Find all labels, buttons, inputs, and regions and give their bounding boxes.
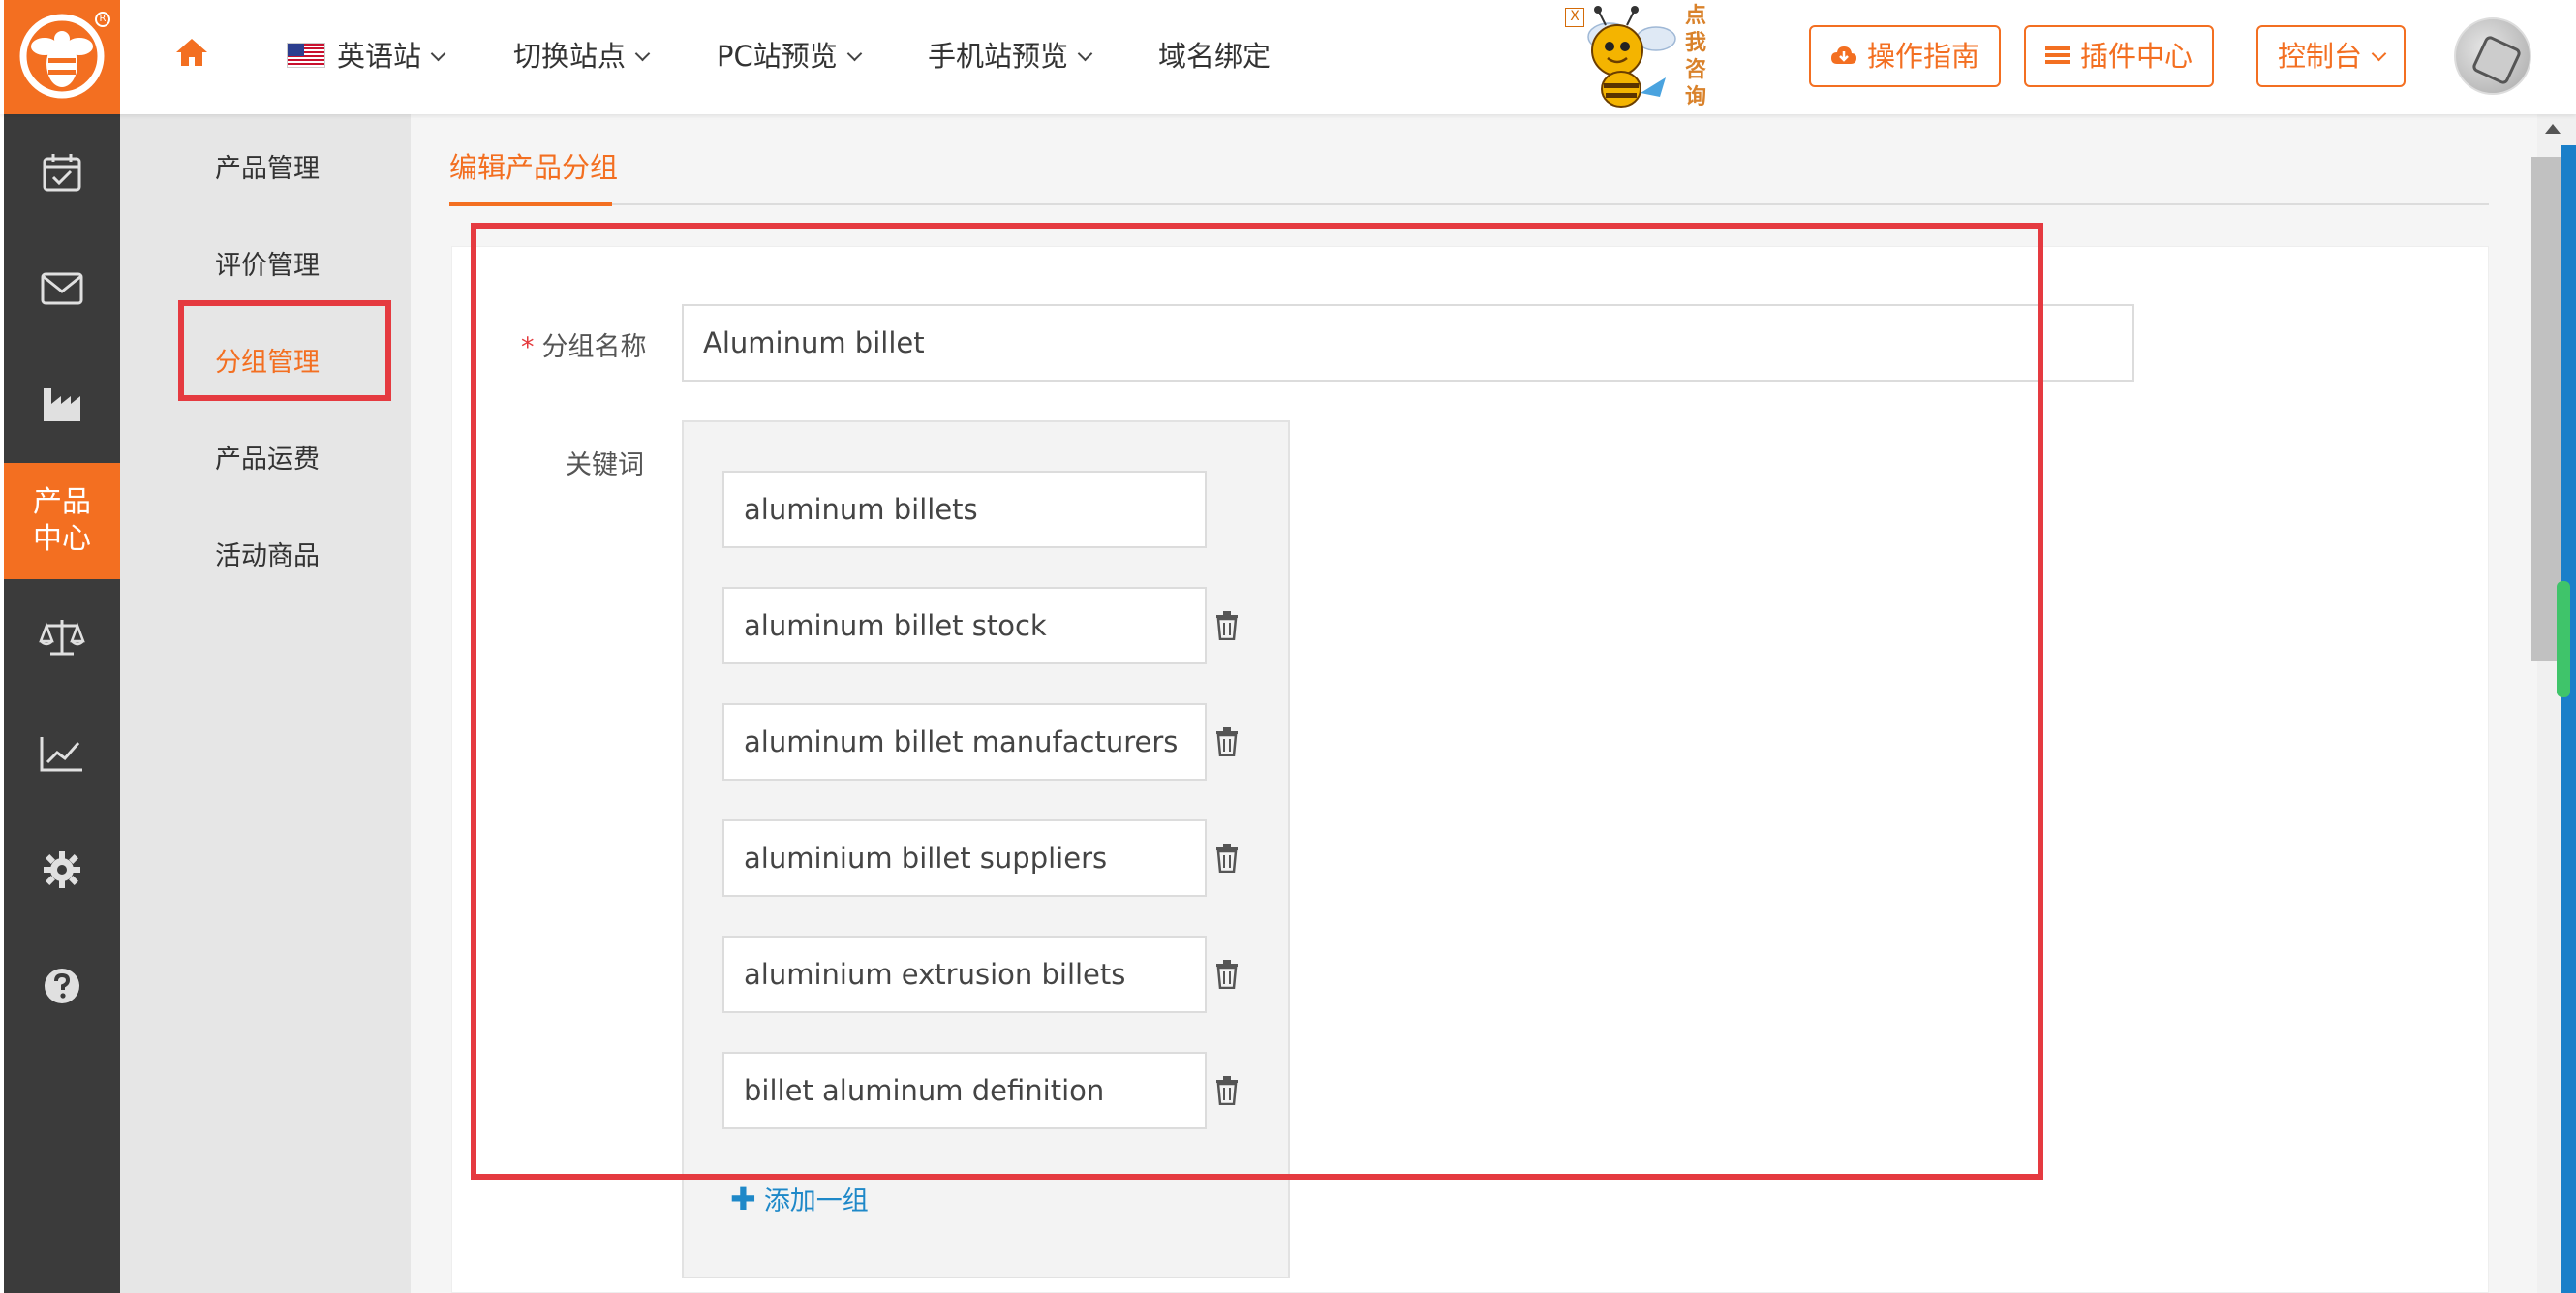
help-icon[interactable] [4, 928, 120, 1044]
submenu-item-promotion-products[interactable]: 活动商品 [215, 535, 320, 572]
active-tab-indicator [449, 202, 612, 206]
us-flag-icon [287, 43, 325, 68]
home-icon[interactable] [174, 37, 209, 79]
keyword-input[interactable]: aluminium billet suppliers [722, 819, 1207, 897]
pc-preview-dropdown[interactable]: PC站预览 [717, 35, 863, 77]
console-dropdown-button[interactable]: 控制台 [2256, 25, 2407, 87]
chevron-down-icon [2371, 46, 2387, 62]
mascot-text[interactable]: 点我咨询 [1685, 2, 1708, 110]
switch-site-dropdown[interactable]: 切换站点 [513, 35, 651, 77]
group-name-label: * 分组名称 [521, 332, 647, 362]
product-submenu: 产品管理 评价管理 分组管理 产品运费 活动商品 [120, 114, 411, 1293]
side-indicator [2557, 581, 2570, 697]
list-icon [2045, 29, 2070, 87]
trash-icon[interactable] [1215, 611, 1239, 640]
cloud-download-icon [1830, 29, 1857, 87]
mail-icon[interactable] [4, 231, 120, 347]
tab-edit-product-group[interactable]: 编辑产品分组 [449, 145, 618, 186]
plus-icon: ✚ [730, 1181, 756, 1217]
chevron-down-icon [634, 46, 651, 62]
required-mark: * [521, 332, 535, 362]
submenu-item-group-management[interactable]: 分组管理 [215, 341, 320, 379]
chevron-down-icon [1077, 46, 1093, 62]
language-dropdown[interactable]: 英语站 [287, 35, 446, 77]
gear-icon[interactable] [4, 812, 120, 928]
submenu-item-review-management[interactable]: 评价管理 [215, 244, 320, 282]
sidebar-item-product-center[interactable]: 产品 中心 [4, 463, 120, 579]
registered-mark-icon: R [95, 12, 110, 27]
scroll-up-arrow-icon[interactable] [2545, 124, 2561, 134]
keyword-input[interactable]: aluminum billet stock [722, 587, 1207, 664]
keyword-input[interactable]: aluminium extrusion billets [722, 936, 1207, 1013]
chevron-down-icon [846, 46, 863, 62]
mobile-preview-dropdown[interactable]: 手机站预览 [928, 35, 1093, 77]
trash-icon[interactable] [1215, 727, 1239, 756]
keyword-input[interactable]: aluminum billets [722, 471, 1207, 548]
bee-logo[interactable]: R [4, 0, 120, 114]
trash-icon[interactable] [1215, 844, 1239, 873]
bee-logo-icon [19, 14, 105, 99]
keyword-input[interactable]: billet aluminum definition [722, 1052, 1207, 1129]
user-avatar[interactable] [2454, 17, 2531, 95]
keyword-input[interactable]: aluminum billet manufacturers [722, 703, 1207, 781]
scale-icon[interactable] [4, 579, 120, 695]
top-header: R 英语站 切换站点 PC站预览 手机站预览 域名绑定 X 点我咨询 操作指南 … [0, 0, 2576, 114]
trash-icon[interactable] [1215, 960, 1239, 989]
domain-bind-link[interactable]: 域名绑定 [1158, 35, 1271, 77]
calendar-check-icon[interactable] [4, 114, 120, 231]
trend-chart-icon[interactable] [4, 695, 120, 812]
keywords-label: 关键词 [566, 450, 644, 480]
add-group-button[interactable]: ✚ 添加一组 [730, 1180, 869, 1217]
main-sidebar: 产品 中心 [4, 114, 120, 1293]
submenu-item-product-shipping[interactable]: 产品运费 [215, 438, 320, 476]
submenu-item-product-management[interactable]: 产品管理 [215, 147, 320, 185]
side-strip [2561, 145, 2576, 1293]
tab-divider [449, 203, 2489, 205]
guide-button[interactable]: 操作指南 [1809, 25, 2002, 87]
chevron-down-icon [430, 46, 446, 62]
plugins-button[interactable]: 插件中心 [2024, 25, 2215, 87]
trash-icon[interactable] [1215, 1076, 1239, 1105]
group-name-input[interactable]: Aluminum billet [682, 304, 2134, 382]
factory-icon[interactable] [4, 347, 120, 463]
